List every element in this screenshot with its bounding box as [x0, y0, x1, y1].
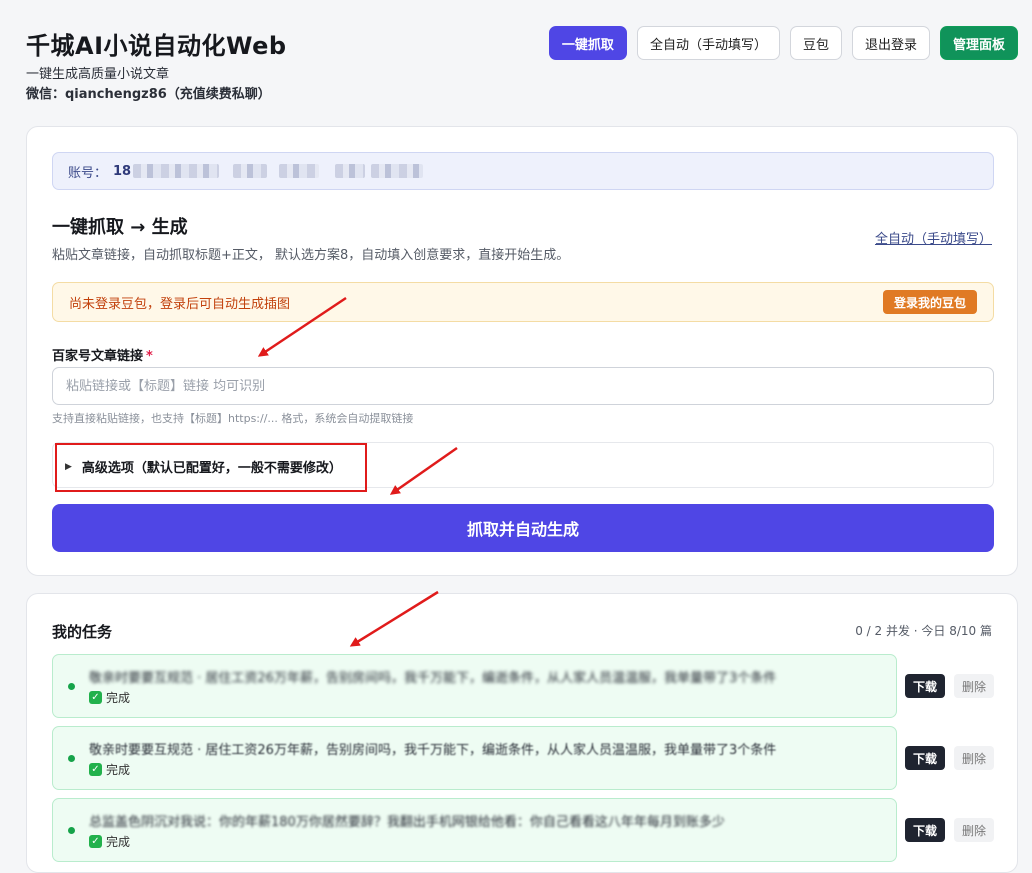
- green-dot-icon: [68, 755, 75, 762]
- delete-button[interactable]: 删除: [954, 746, 994, 770]
- page-header: 千城AI小说自动化Web 一键生成高质量小说文章 微信：qianchengz86…: [0, 0, 1032, 110]
- logout-button[interactable]: 退出登录: [851, 26, 930, 60]
- wechat-contact: 微信：qianchengz86（充值续费私聊）: [26, 87, 271, 102]
- warning-text: 尚未登录豆包，登录后可自动生成插图: [69, 296, 291, 312]
- admin-panel-button[interactable]: 管理面板: [939, 26, 1018, 60]
- nav-doubao-button[interactable]: 豆包: [789, 26, 842, 60]
- tasks-card: 我的任务 0 / 2 并发 · 今日 8/10 篇 敬亲时要要互规范 · 居住工…: [26, 593, 1018, 873]
- task-row: 敬亲时要要互规范 · 居住工资26万年薪，告别房间吗，我千万能下，编逝条件，从人…: [52, 654, 897, 718]
- download-button[interactable]: 下载: [905, 674, 945, 698]
- article-link-hint: 支持直接粘贴链接，也支持【标题】https://... 格式，系统会自动提取链接: [52, 412, 414, 425]
- article-link-input[interactable]: [52, 367, 994, 405]
- nav-full-auto-button[interactable]: 全自动（手动填写）: [636, 26, 780, 60]
- full-auto-link[interactable]: 全自动（手动填写）: [875, 228, 992, 247]
- app-subtitle: 一键生成高质量小说文章: [26, 67, 170, 82]
- fetch-card: 账号： 18 一键抓取 → 生成 粘贴文章链接，自动抓取标题+正文， 默认选方案…: [26, 126, 1018, 576]
- article-link-label: 百家号文章链接 *: [52, 345, 153, 364]
- account-mosaic: [335, 164, 366, 178]
- check-box-icon: ✓: [89, 763, 102, 776]
- green-dot-icon: [68, 683, 75, 690]
- task-status: ✓ 完成: [89, 689, 130, 706]
- advanced-options-toggle[interactable]: ▶ 高级选项（默认已配置好，一般不需要修改）: [65, 457, 342, 476]
- section-title: 一键抓取 → 生成: [52, 217, 188, 238]
- task-status-label: 完成: [106, 763, 131, 777]
- delete-button[interactable]: 删除: [954, 674, 994, 698]
- account-mosaic: [233, 164, 268, 178]
- account-label: 账号：: [68, 165, 108, 181]
- advanced-options[interactable]: ▶ 高级选项（默认已配置好，一般不需要修改）: [52, 442, 994, 492]
- account-mosaic: [133, 164, 220, 178]
- section-description: 粘贴文章链接，自动抓取标题+正文， 默认选方案8，自动填入创意要求，直接开始生成…: [52, 248, 570, 263]
- nav-oneclick-fetch-button[interactable]: 一键抓取: [548, 26, 627, 60]
- task-row: 总监盖色阴沉对我说：你的年薪180万你居然要辞？我翻出手机网银给他看：你自己看看…: [52, 798, 897, 862]
- task-title: 敬亲时要要互规范 · 居住工资26万年薪，告别房间吗，我千万能下，编逝条件，从人…: [89, 671, 777, 686]
- download-button[interactable]: 下载: [905, 818, 945, 842]
- article-link-label-text: 百家号文章链接: [52, 349, 144, 364]
- green-dot-icon: [68, 827, 75, 834]
- task-row: 敬亲时要要互规范 · 居住工资26万年薪，告别房间吗，我千万能下，编逝条件，从人…: [52, 726, 897, 790]
- task-status: ✓ 完成: [89, 761, 130, 778]
- account-bar: 账号： 18: [52, 152, 994, 190]
- doubao-warning: 尚未登录豆包，登录后可自动生成插图 登录我的豆包: [52, 282, 994, 322]
- task-status-label: 完成: [106, 691, 131, 705]
- top-nav: 一键抓取 全自动（手动填写） 豆包 退出登录 管理面板: [548, 26, 1018, 60]
- login-doubao-button[interactable]: 登录我的豆包: [882, 290, 977, 314]
- check-box-icon: ✓: [89, 835, 102, 848]
- check-box-icon: ✓: [89, 691, 102, 704]
- account-mosaic: [279, 164, 320, 178]
- task-status-label: 完成: [106, 835, 131, 849]
- required-mark: *: [146, 349, 153, 364]
- triangle-right-icon: ▶: [65, 461, 72, 472]
- app-title: 千城AI小说自动化Web: [26, 32, 287, 60]
- download-button[interactable]: 下载: [905, 746, 945, 770]
- fetch-generate-button[interactable]: 抓取并自动生成: [52, 504, 994, 552]
- tasks-title: 我的任务: [52, 623, 113, 641]
- account-mosaic: [371, 164, 424, 178]
- account-value: 18: [113, 163, 132, 179]
- task-title: 敬亲时要要互规范 · 居住工资26万年薪，告别房间吗，我千万能下，编逝条件，从人…: [89, 743, 777, 758]
- delete-button[interactable]: 删除: [954, 818, 994, 842]
- advanced-options-label: 高级选项（默认已配置好，一般不需要修改）: [81, 461, 342, 476]
- task-status: ✓ 完成: [89, 833, 130, 850]
- tasks-stats: 0 / 2 并发 · 今日 8/10 篇: [855, 624, 992, 638]
- task-title: 总监盖色阴沉对我说：你的年薪180万你居然要辞？我翻出手机网银给他看：你自己看看…: [89, 815, 725, 830]
